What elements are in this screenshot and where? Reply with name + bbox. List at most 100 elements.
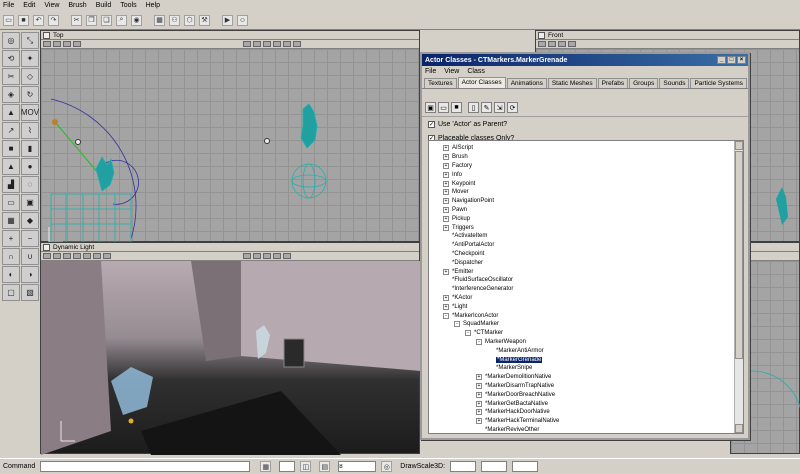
face-drag-icon[interactable]: ◇	[21, 68, 39, 85]
tab-sounds[interactable]: Sounds	[659, 78, 690, 88]
camera-icon[interactable]: ◉	[131, 14, 142, 26]
cylinder-icon[interactable]: ▮	[21, 140, 39, 157]
tree-item[interactable]: - *CTMarker	[443, 329, 743, 338]
vertex-icon[interactable]: ✦	[21, 50, 39, 67]
use-actor-parent-checkbox[interactable]: ✓	[428, 120, 435, 128]
build-icon[interactable]: ⚒	[199, 14, 210, 26]
edit-icon[interactable]: ✎	[481, 102, 492, 113]
tree-item[interactable]: + Pickup	[443, 214, 743, 223]
expand-icon[interactable]: +	[443, 180, 449, 187]
expand-icon[interactable]: +	[443, 145, 449, 152]
scroll-down-icon[interactable]	[735, 424, 743, 433]
tree-item[interactable]: + Pawn	[443, 206, 743, 215]
path-icon[interactable]: ⌇	[21, 122, 39, 139]
snap-icon[interactable]: ◫	[300, 461, 312, 472]
tree-item[interactable]: - *MarkerIconActor	[443, 311, 743, 320]
actor-icon[interactable]: ⚇	[169, 14, 180, 26]
expand-icon[interactable]: +	[443, 154, 449, 161]
tree-item[interactable]: *MarkerReviveOther	[443, 426, 743, 434]
expand-icon[interactable]: +	[443, 294, 449, 301]
expand-icon[interactable]: +	[443, 224, 449, 231]
tree-item[interactable]: + Mover	[443, 188, 743, 197]
collapse-icon[interactable]: -	[465, 330, 471, 337]
collapse-icon[interactable]: -	[454, 321, 460, 328]
tree-item[interactable]: *Dispatcher	[443, 258, 743, 267]
grid-icon[interactable]: ▦	[260, 461, 272, 472]
open-icon[interactable]: ▭	[3, 14, 14, 26]
expand-icon[interactable]: +	[443, 162, 449, 169]
scale-icon[interactable]: ⤡	[21, 32, 39, 49]
menu-view[interactable]: View	[44, 2, 59, 9]
dialog-titlebar[interactable]: Actor Classes - CTMarkers.MarkerGrenade …	[422, 54, 748, 66]
class-tree[interactable]: + AIScript + Brush + Factory + Info + Keypoint + Mo…	[428, 140, 744, 434]
viewport-top[interactable]: Top	[40, 30, 420, 243]
cone-icon[interactable]: ▲	[2, 158, 20, 175]
drawscale-z[interactable]	[512, 461, 539, 472]
search-icon[interactable]: ⌕	[116, 14, 127, 26]
tree-item[interactable]: + Brush	[443, 153, 743, 162]
deintersect-icon[interactable]: ∪	[21, 248, 39, 265]
scroll-thumb[interactable]	[735, 151, 743, 359]
menu-tools[interactable]: Tools	[120, 2, 136, 9]
tree-item[interactable]: *MarkerGrenade	[443, 355, 743, 364]
viewport-3d-scene[interactable]	[41, 261, 421, 455]
tree-item[interactable]: + *MarkerHackTerminalNative	[443, 417, 743, 426]
spiral-icon[interactable]: ◌	[21, 176, 39, 193]
tree-item[interactable]: + *MarkerDisarmTrapNative	[443, 382, 743, 391]
sheet-icon[interactable]: ▭	[2, 194, 20, 211]
tree-item[interactable]: + *Light	[443, 302, 743, 311]
invert-icon[interactable]: ▧	[21, 284, 39, 301]
mesh-icon[interactable]: ◆	[21, 212, 39, 229]
tree-item[interactable]: *FluidSurfaceOscillator	[443, 276, 743, 285]
grid-size-icon[interactable]: ▤	[319, 461, 331, 472]
sphere-icon[interactable]: ●	[21, 158, 39, 175]
expand-icon[interactable]: +	[476, 400, 482, 407]
expand-icon[interactable]: +	[476, 391, 482, 398]
cut-icon[interactable]: ✂	[71, 14, 82, 26]
tree-item[interactable]: + Keypoint	[443, 179, 743, 188]
drawscale-x[interactable]	[450, 461, 477, 472]
menu-build[interactable]: Build	[96, 2, 112, 9]
copy-icon[interactable]: ❐	[86, 14, 97, 26]
mover-icon[interactable]: ↗	[2, 122, 20, 139]
tree-item[interactable]: *ActivateItem	[443, 232, 743, 241]
tree-vertical-scrollbar[interactable]	[734, 141, 743, 433]
refresh-icon[interactable]: ⟳	[507, 102, 518, 113]
expand-icon[interactable]: +	[443, 189, 449, 196]
tab-textures[interactable]: Textures	[424, 78, 457, 88]
tree-item[interactable]: + *MarkerDemolitionNative	[443, 373, 743, 382]
brush-clip-icon[interactable]: ✂	[2, 68, 20, 85]
tree-item[interactable]: + NavigationPoint	[443, 197, 743, 206]
tab-animations[interactable]: Animations	[506, 78, 547, 88]
undo-icon[interactable]: ↶	[33, 14, 44, 26]
menu-brush[interactable]: Brush	[68, 2, 86, 9]
expand-icon[interactable]: +	[443, 198, 449, 205]
new-icon[interactable]: ▣	[425, 102, 436, 113]
tree-item[interactable]: + *MarkerHackDoorNative	[443, 408, 743, 417]
open-icon[interactable]: ▭	[438, 102, 449, 113]
hide-icon[interactable]: ◑	[21, 266, 39, 283]
tree-item[interactable]: + *MarkerGetBactaNative	[443, 399, 743, 408]
viewport-close-icon[interactable]	[538, 32, 545, 39]
rotate-icon[interactable]: ⟲	[2, 50, 20, 67]
add-icon[interactable]: +	[2, 230, 20, 247]
expand-icon[interactable]: +	[443, 268, 449, 275]
drawscale-y[interactable]	[481, 461, 508, 472]
tab-actor-classes[interactable]: Actor Classes	[457, 77, 506, 88]
texture-pan-icon[interactable]: ◈	[2, 86, 20, 103]
terrain-icon[interactable]: ▲	[2, 104, 20, 121]
texture-icon[interactable]: ▦	[154, 14, 165, 26]
user-icon[interactable]: ☺	[237, 14, 248, 26]
close-icon[interactable]: ×	[737, 56, 746, 64]
expand-icon[interactable]: +	[476, 374, 482, 381]
scroll-up-icon[interactable]	[735, 141, 743, 150]
show-icon[interactable]: ◐	[2, 266, 20, 283]
save-icon[interactable]: ■	[18, 14, 29, 26]
cube-icon[interactable]: ■	[2, 140, 20, 157]
expand-icon[interactable]: +	[476, 418, 482, 425]
texture-rotate-icon[interactable]: ↻	[21, 86, 39, 103]
tree-item[interactable]: + *Emitter	[443, 267, 743, 276]
terrain-brush-icon[interactable]: ▦	[2, 212, 20, 229]
volume-icon[interactable]: ▣	[21, 194, 39, 211]
tab-prefabs[interactable]: Prefabs	[597, 78, 629, 88]
